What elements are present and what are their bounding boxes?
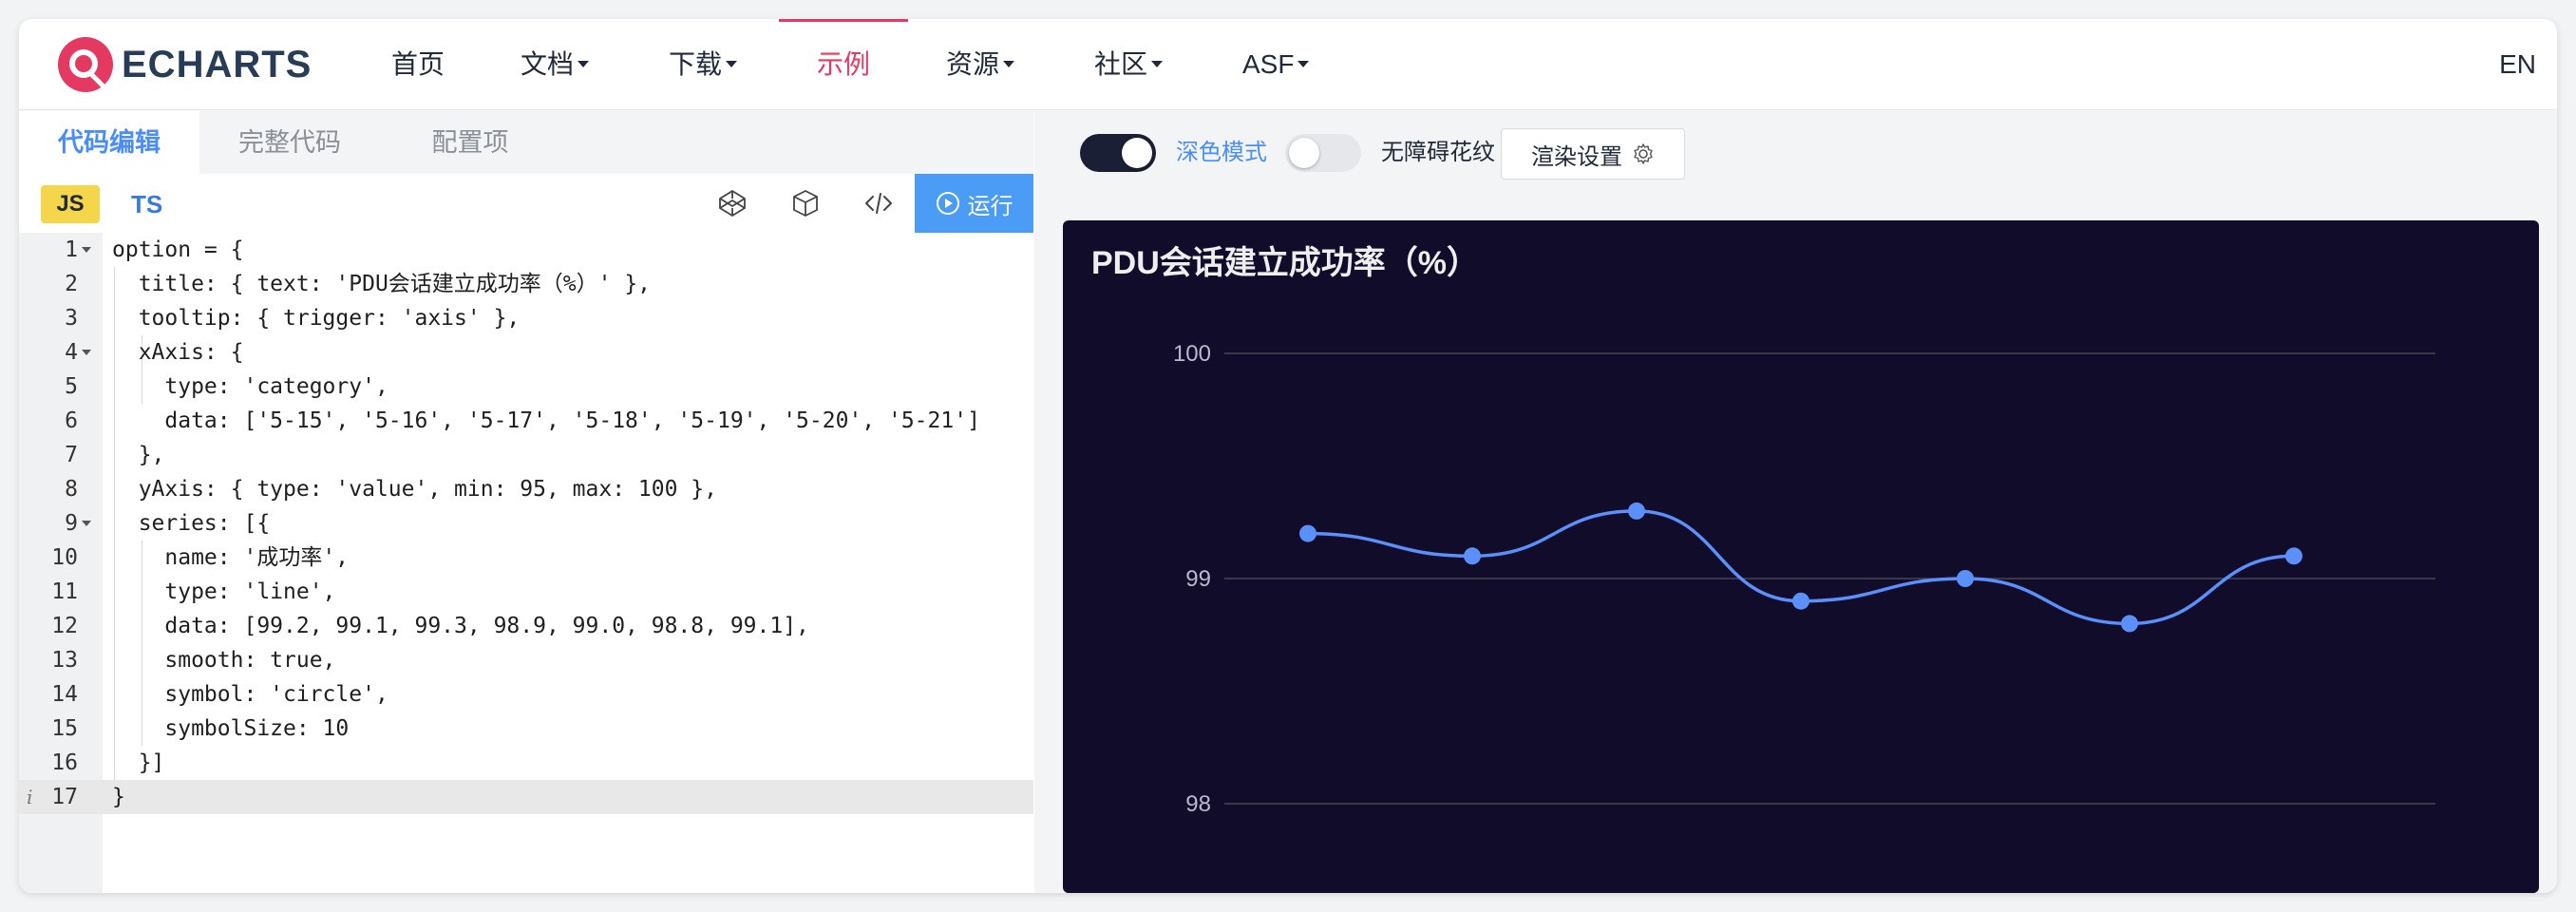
code-line: 14 symbol: 'circle', xyxy=(51,682,388,707)
toggle-knob xyxy=(1122,138,1152,168)
chart-container[interactable]: PDU会话建立成功率（%） 100 99 98 xyxy=(1063,220,2539,893)
render-settings-label: 渲染设置 xyxy=(1531,143,1622,170)
nav-examples[interactable]: 示例 xyxy=(817,19,870,110)
fold-arrow-icon[interactable] xyxy=(82,350,91,355)
tab-full-code[interactable]: 完整代码 xyxy=(199,111,380,174)
lang-js-button[interactable]: JS xyxy=(41,185,100,223)
data-point xyxy=(1628,502,1645,520)
code-line: 3 tooltip: { trigger: 'axis' }, xyxy=(65,306,521,331)
code-line: 8 yAxis: { type: 'value', min: 95, max: … xyxy=(65,477,717,502)
dark-mode-label: 深色模式 xyxy=(1176,140,1267,165)
y-tick-label: 98 xyxy=(1185,791,1211,817)
echarts-logo-icon xyxy=(58,37,113,92)
code-line: 11 type: 'line', xyxy=(51,580,336,604)
play-circle-icon xyxy=(936,192,959,215)
chevron-down-icon xyxy=(578,61,590,68)
aria-pattern-label: 无障碍花纹 xyxy=(1381,140,1495,165)
language-switch[interactable]: EN xyxy=(2499,19,2536,110)
nav-docs-label: 文档 xyxy=(521,49,575,79)
toggle-knob xyxy=(1289,138,1319,168)
dark-mode-toggle[interactable] xyxy=(1080,134,1156,172)
code-editor[interactable]: 1 option = { 2 title: { text: 'PDU会话建立成功率… xyxy=(19,233,1033,893)
preview-panel: 深色模式 无障碍花纹 渲染设置 PDU会话建立成功率（%） 100 99 98 xyxy=(1034,111,2557,893)
nav-resources[interactable]: 资源 xyxy=(946,19,1015,110)
top-navigation: ECHARTS 首页 文档 下载 示例 资源 社区 ASF EN xyxy=(19,19,2557,110)
code-line: 5 type: 'category', xyxy=(65,374,388,399)
code-line: 10 name: '成功率', xyxy=(51,545,350,570)
nav-home-label: 首页 xyxy=(391,49,445,79)
code-line: 12 data: [99.2, 99.1, 99.3, 98.9, 99.0, … xyxy=(51,614,809,638)
run-button-label: 运行 xyxy=(967,193,1013,219)
logo-text: ECHARTS xyxy=(122,43,313,86)
data-point xyxy=(2285,547,2302,565)
codepen-icon[interactable] xyxy=(717,188,748,218)
tab-code-edit[interactable]: 代码编辑 xyxy=(19,111,199,174)
nav-community-label: 社区 xyxy=(1094,49,1148,79)
code-line: 13 smooth: true, xyxy=(51,648,336,673)
chevron-down-icon xyxy=(1003,61,1015,68)
chevron-down-icon xyxy=(1151,61,1164,68)
nav-docs[interactable]: 文档 xyxy=(521,19,590,110)
code-line: 7 }, xyxy=(65,443,165,467)
code-line: 16 }] xyxy=(51,750,165,775)
code-line: 2 title: { text: 'PDU会话建立成功率（%）' }, xyxy=(65,272,652,296)
data-point xyxy=(1464,547,1481,565)
data-point xyxy=(1299,524,1316,542)
editor-toolbar: JS TS 运行 xyxy=(19,174,1033,233)
nav-asf-label: ASF xyxy=(1242,49,1295,79)
nav-community[interactable]: 社区 xyxy=(1094,19,1164,110)
aria-pattern-toggle[interactable] xyxy=(1285,134,1361,172)
render-settings-button[interactable]: 渲染设置 xyxy=(1501,128,1685,180)
code-line: 1 option = { xyxy=(65,238,244,262)
data-point xyxy=(1792,592,1809,610)
code-line: 4 xAxis: { xyxy=(65,340,244,365)
tab-options[interactable]: 配置项 xyxy=(380,111,560,174)
line-chart: PDU会话建立成功率（%） 100 99 98 xyxy=(1091,244,2435,817)
code-line: 6 data: ['5-15', '5-16', '5-17', '5-18',… xyxy=(65,408,980,433)
browser-window: ECHARTS 首页 文档 下载 示例 资源 社区 ASF EN 代码编辑 完整… xyxy=(19,19,2557,893)
chart-title: PDU会话建立成功率（%） xyxy=(1091,244,1479,281)
nav-asf[interactable]: ASF xyxy=(1242,19,1310,110)
box-icon[interactable] xyxy=(790,188,821,218)
nav-download-label: 下载 xyxy=(669,49,723,79)
nav-home[interactable]: 首页 xyxy=(391,19,445,110)
data-point xyxy=(1957,570,1974,587)
fold-arrow-icon[interactable] xyxy=(82,247,91,253)
gear-icon xyxy=(1634,143,1653,164)
editor-tabs: 代码编辑 完整代码 配置项 xyxy=(19,111,1033,174)
y-tick-label: 100 xyxy=(1173,341,1211,367)
nav-resources-label: 资源 xyxy=(946,49,1000,79)
code-line: 9 series: [{ xyxy=(65,511,271,536)
data-point xyxy=(2121,615,2138,633)
fold-arrow-icon[interactable] xyxy=(82,521,91,526)
echarts-logo[interactable]: ECHARTS xyxy=(55,30,312,99)
code-line: 15 symbolSize: 10 xyxy=(51,716,350,741)
run-button[interactable]: 运行 xyxy=(915,174,1033,233)
chevron-down-icon xyxy=(726,61,738,68)
code-icon[interactable] xyxy=(863,188,894,218)
nav-examples-label: 示例 xyxy=(817,49,871,79)
nav-download[interactable]: 下载 xyxy=(669,19,738,110)
editor-panel: 代码编辑 完整代码 配置项 JS TS 运行 1 option = {2 ti… xyxy=(19,111,1033,893)
code-line-current: i 17} xyxy=(19,780,1033,814)
chevron-down-icon xyxy=(1297,61,1310,68)
y-tick-label: 99 xyxy=(1185,566,1211,592)
lang-ts-button[interactable]: TS xyxy=(131,185,162,223)
